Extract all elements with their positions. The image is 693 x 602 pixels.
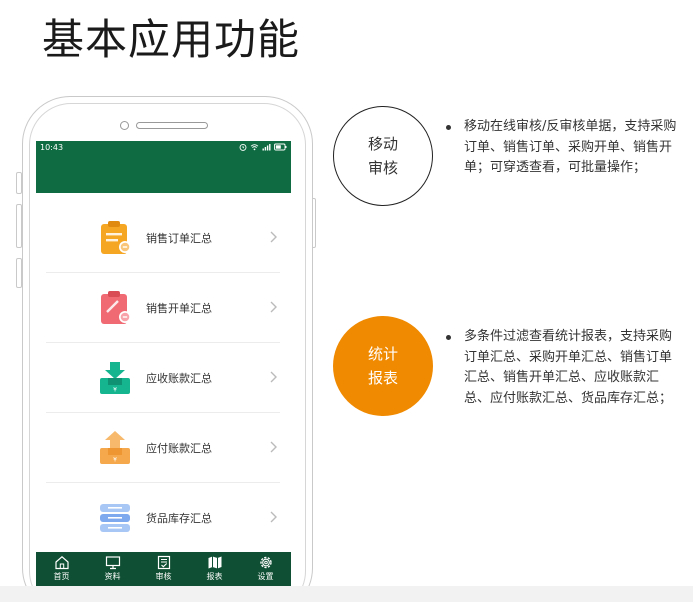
chevron-right-icon [270, 231, 277, 243]
bullet-dot [446, 335, 451, 340]
menu-item-label: 销售订单汇总 [146, 232, 212, 245]
tab-report[interactable]: 报表 [189, 552, 240, 586]
chevron-right-icon [270, 301, 277, 313]
status-icons [239, 143, 287, 151]
feature-description-text: 移动在线审核/反审核单据，支持采购订单、销售订单、采购开单、销售开单；可穿透查看… [464, 119, 677, 175]
tab-data[interactable]: 资料 [87, 552, 138, 586]
svg-text:¥: ¥ [113, 457, 117, 464]
menu-item-label: 应收账款汇总 [146, 372, 212, 385]
payable-tray-icon: ¥ [100, 431, 130, 464]
tab-label: 审核 [155, 572, 172, 581]
feature-circle-mobile-audit: 移动 审核 [333, 106, 433, 206]
inventory-stack-icon [100, 504, 130, 532]
audit-icon [157, 555, 170, 570]
feature-title-line2: 报表 [367, 369, 398, 387]
menu-item-payables-summary[interactable]: ¥ 应付账款汇总 [46, 413, 280, 483]
receivable-tray-icon: ¥ [100, 362, 130, 394]
tab-home[interactable]: 首页 [36, 552, 87, 586]
alarm-icon [239, 143, 247, 151]
page-title: 基本应用功能 [42, 15, 301, 64]
menu-item-receivables-summary[interactable]: ¥ 应收账款汇总 [46, 343, 280, 413]
clipboard-red-icon [101, 291, 131, 324]
feature-description-mobile-audit: 移动在线审核/反审核单据，支持采购订单、销售订单、采购开单、销售开单；可穿透查看… [446, 117, 678, 179]
menu-item-inventory-summary[interactable]: 货品库存汇总 [46, 483, 280, 553]
phone-speaker [136, 122, 208, 129]
report-icon [208, 556, 221, 569]
tab-audit[interactable]: 审核 [138, 552, 189, 586]
feature-title-line1: 统计 [367, 345, 398, 363]
tab-settings[interactable]: 设置 [240, 552, 291, 586]
menu-item-label: 应付账款汇总 [146, 442, 212, 455]
tab-label: 首页 [53, 572, 70, 581]
app-header: 10:43 [36, 141, 291, 193]
bottom-strip [0, 586, 693, 602]
svg-text:¥: ¥ [113, 387, 117, 394]
menu-item-sales-invoice-summary[interactable]: 销售开单汇总 [46, 273, 280, 343]
gear-icon [259, 556, 272, 569]
bullet-dot [446, 125, 451, 130]
menu-item-sales-order-summary[interactable]: 销售订单汇总 [46, 203, 280, 273]
signal-icon [262, 144, 271, 151]
wifi-icon [250, 144, 259, 151]
chevron-right-icon [270, 511, 277, 523]
chevron-right-icon [270, 441, 277, 453]
feature-title-line2: 审核 [367, 159, 398, 177]
feature-circle-statistics-report: 统计 报表 [333, 316, 433, 416]
bottom-tab-bar: 首页 资料 审核 报表 设置 [36, 552, 291, 586]
battery-icon [274, 143, 287, 151]
home-icon [54, 556, 69, 570]
tab-label: 报表 [206, 572, 223, 581]
menu-item-label: 货品库存汇总 [146, 512, 212, 525]
chevron-right-icon [270, 371, 277, 383]
phone-camera [120, 121, 129, 130]
tab-label: 资料 [104, 572, 121, 581]
status-time: 10:43 [40, 143, 64, 152]
phone-screen: 10:43 销售订单汇总 销售开单汇总 ¥ 应收账款汇总 ¥ 应付账款汇总 货品… [36, 141, 291, 586]
monitor-icon [105, 556, 120, 570]
feature-description-statistics-report: 多条件过滤查看统计报表，支持采购订单汇总、采购开单汇总、销售订单汇总、销售开单汇… [446, 327, 678, 409]
feature-description-text: 多条件过滤查看统计报表，支持采购订单汇总、采购开单汇总、销售订单汇总、销售开单汇… [464, 329, 673, 406]
tab-label: 设置 [257, 572, 274, 581]
feature-title-line1: 移动 [367, 135, 398, 153]
clipboard-orange-icon [101, 221, 131, 254]
menu-item-label: 销售开单汇总 [146, 302, 212, 315]
